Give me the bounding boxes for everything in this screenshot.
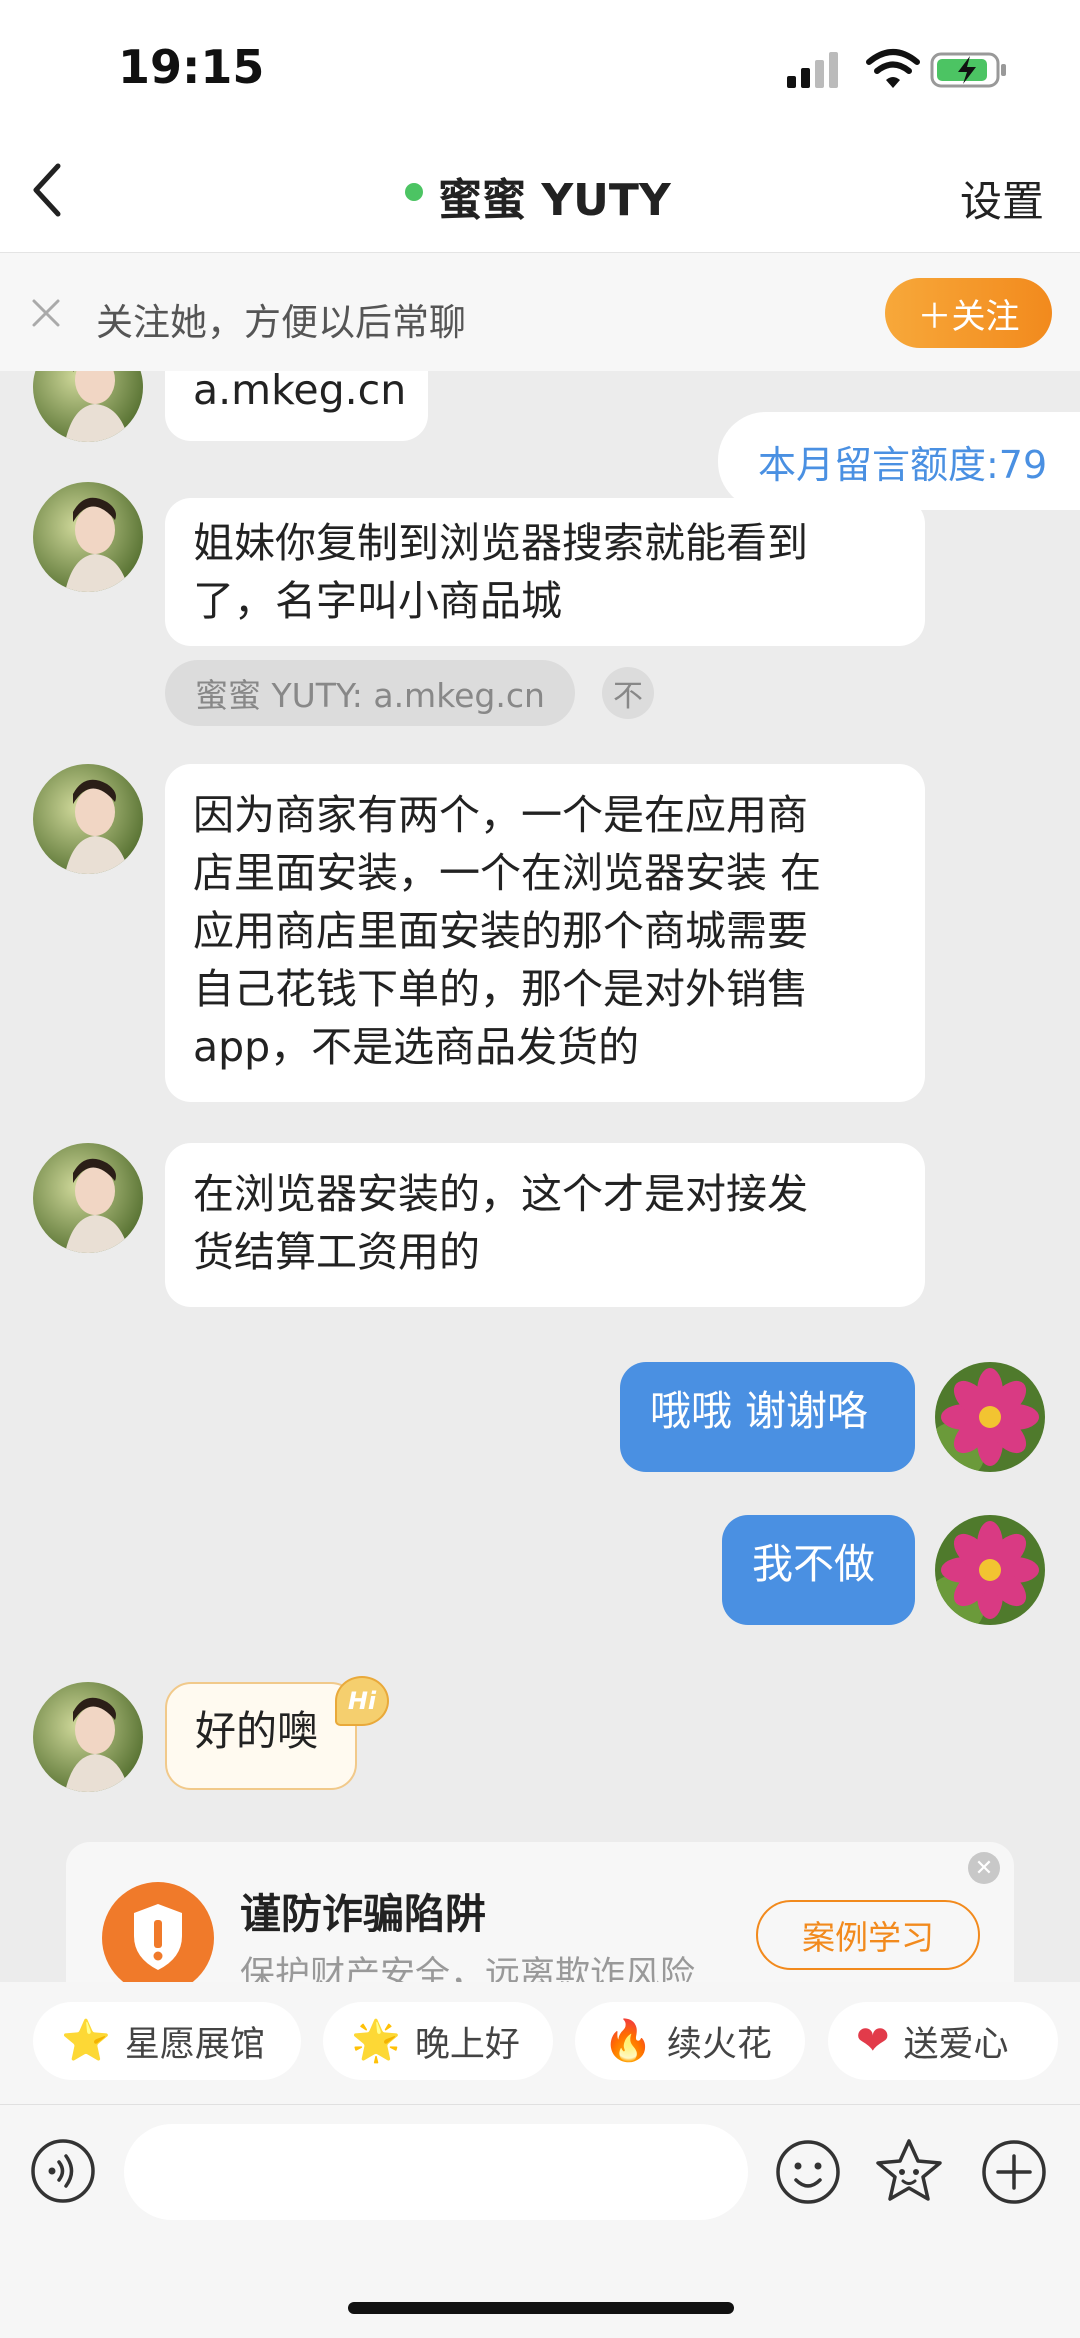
smiling-star-icon: 🌟 <box>351 2018 401 2064</box>
star-icon: ⭐ <box>61 2018 111 2064</box>
follow-button[interactable]: ＋关注 <box>885 278 1052 348</box>
message-text: 货结算工资用的 <box>193 1228 480 1276</box>
battery-charging-icon <box>930 52 1006 88</box>
quick-chip-star-gallery[interactable]: ⭐ 星愿展馆 <box>33 2002 301 2080</box>
message-text: 店里面安装，一个在浏览器安装 在 <box>193 849 822 897</box>
message-bubble[interactable]: 姐妹你复制到浏览器搜索就能看到 了，名字叫小商品城 <box>165 498 925 646</box>
signal-icon <box>787 52 838 88</box>
fire-icon: 🔥 <box>603 2018 653 2064</box>
quick-chip-good-evening[interactable]: 🌟 晚上好 <box>323 2002 553 2080</box>
close-icon[interactable]: ✕ <box>968 1852 1000 1884</box>
status-time: 19:15 <box>118 40 265 94</box>
message-text: 了，名字叫小商品城 <box>193 577 562 625</box>
message-bubble[interactable]: 好的噢 <box>165 1682 357 1790</box>
sticker-star-icon[interactable] <box>874 2136 944 2206</box>
chip-label: 星愿展馆 <box>124 2024 265 2065</box>
contact-avatar[interactable] <box>33 482 143 592</box>
back-arrow-icon[interactable] <box>28 160 68 220</box>
message-bubble[interactable]: 因为商家有两个，一个是在应用商 店里面安装，一个在浏览器安装 在 应用商店里面安… <box>165 764 925 1102</box>
chat-title[interactable]: 蜜蜜 YUTY <box>438 164 671 228</box>
plus-icon[interactable] <box>980 2138 1048 2206</box>
message-text: 因为商家有两个，一个是在应用商 <box>193 791 808 839</box>
message-text: 自己花钱下单的，那个是对外销售 <box>193 965 808 1013</box>
quoted-message[interactable]: 蜜蜜 YUTY: a.mkeg.cn <box>165 660 575 726</box>
hi-badge: Hi <box>335 1676 389 1726</box>
quick-chip-spark[interactable]: 🔥 续火花 <box>575 2002 805 2080</box>
message-input[interactable] <box>124 2124 748 2220</box>
close-icon[interactable] <box>28 295 64 331</box>
quote-expand-icon[interactable]: 不 <box>602 667 654 719</box>
shield-alert-icon <box>102 1882 214 1990</box>
message-text: app，不是选商品发货的 <box>193 1023 640 1071</box>
follow-prompt: 关注她，方便以后常聊 <box>96 301 466 344</box>
contact-avatar[interactable] <box>33 764 143 874</box>
settings-button[interactable]: 设置 <box>960 168 1044 229</box>
message-text: 姐妹你复制到浏览器搜索就能看到 <box>193 519 808 567</box>
case-study-button[interactable]: 案例学习 <box>756 1900 980 1970</box>
chip-label: 送爱心 <box>903 2024 1009 2065</box>
contact-avatar[interactable] <box>33 1143 143 1253</box>
my-message-bubble[interactable]: 哦哦 谢谢咯 <box>620 1362 915 1472</box>
message-text: 哦哦 谢谢咯 <box>650 1387 869 1435</box>
message-text: 好的噢 <box>195 1707 318 1755</box>
fraud-card-subtitle: 保护财产安全，远离欺诈风险 <box>240 1955 696 1982</box>
message-text: a.mkeg.cn <box>193 366 407 414</box>
home-indicator[interactable] <box>348 2302 734 2314</box>
message-text: 在浏览器安装的，这个才是对接发 <box>193 1170 808 1218</box>
wifi-icon <box>866 49 920 88</box>
quick-chip-send-heart[interactable]: ❤ 送爱心 <box>828 2002 1058 2080</box>
fraud-card-title: 谨防诈骗陷阱 <box>240 1890 486 1938</box>
my-message-bubble[interactable]: 我不做 <box>722 1515 915 1625</box>
online-status-dot <box>405 183 423 201</box>
message-text: 我不做 <box>752 1540 875 1588</box>
my-avatar[interactable] <box>935 1515 1045 1625</box>
chip-label: 晚上好 <box>414 2024 520 2065</box>
message-text: 应用商店里面安装的那个商城需要 <box>193 907 808 955</box>
chip-label: 续火花 <box>666 2024 772 2065</box>
message-bubble[interactable]: 在浏览器安装的，这个才是对接发 货结算工资用的 <box>165 1143 925 1307</box>
my-avatar[interactable] <box>935 1362 1045 1472</box>
heart-icon: ❤ <box>856 2018 890 2064</box>
message-quota: 本月留言额度:79 <box>718 412 1080 510</box>
voice-icon[interactable] <box>30 2138 96 2204</box>
emoji-icon[interactable] <box>774 2138 842 2206</box>
contact-avatar[interactable] <box>33 1682 143 1792</box>
